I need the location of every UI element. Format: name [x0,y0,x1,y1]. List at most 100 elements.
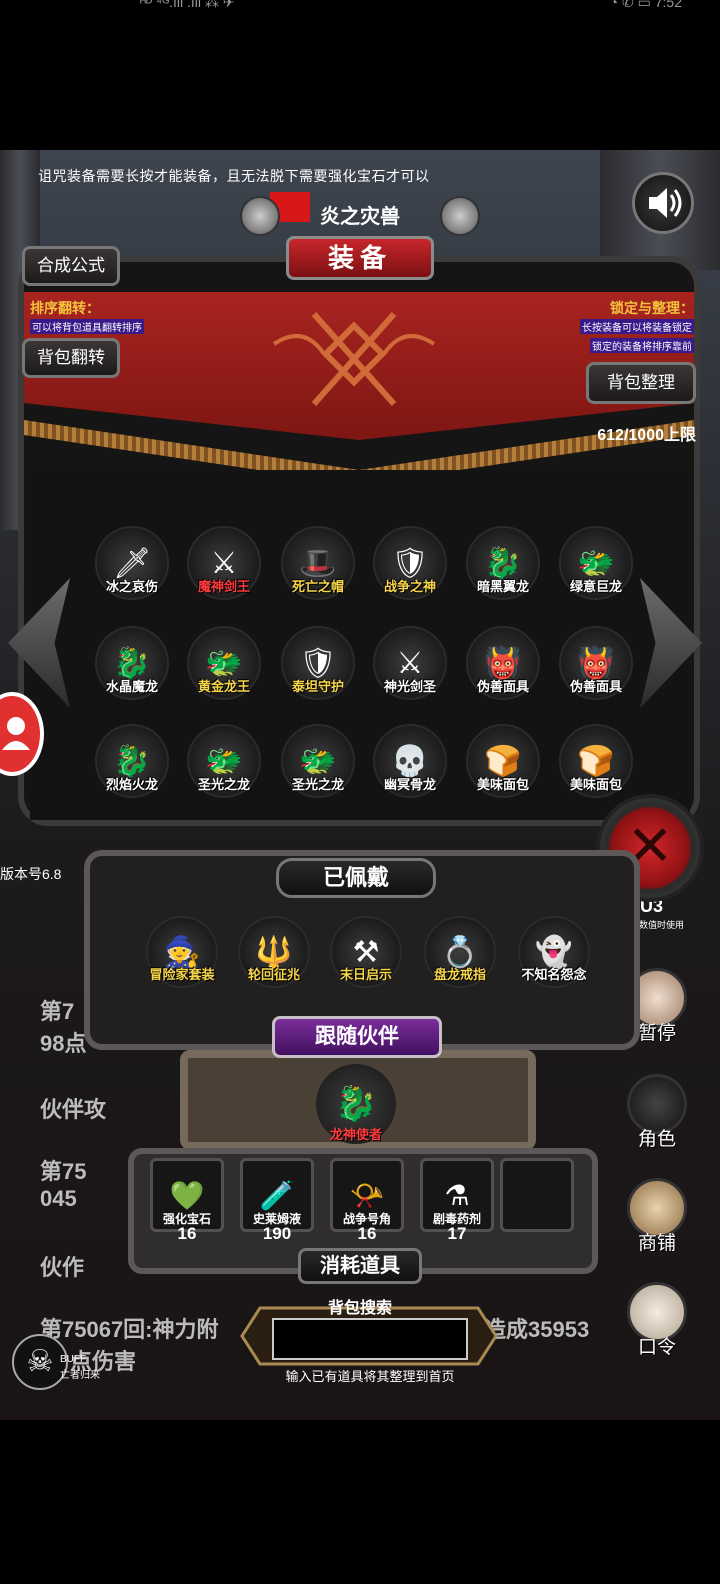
status-time: ◔ ✆ ▭ 7:52 [609,0,682,10]
log-line: 造成35953 [484,1317,590,1342]
buff-name: 亡者归来 [60,1370,100,1381]
inventory-item[interactable]: 🐲 黄金龙王 [184,626,264,700]
consumables-title: 消耗道具 [298,1248,422,1284]
inventory-item-name: 魔神剑王 [197,579,250,594]
worn-item[interactable]: 🧙 冒险家套装 [140,916,224,988]
inventory-item[interactable]: 🍞 美味面包 [463,724,543,798]
worn-title: 已佩戴 [276,858,436,898]
worn-item-name: 盘龙戒指 [433,967,486,982]
log-line: 第7 [40,999,75,1024]
inventory-item[interactable]: 🍞 美味面包 [556,724,636,798]
status-signal: ᴴᴰ ⁴ᴳ.ıll .ıll ⁂ ✈ [140,0,235,10]
search-input[interactable] [272,1318,468,1360]
inventory-item-name: 圣光之龙 [291,777,344,792]
person-icon [2,717,30,750]
worn-item-name: 不知名怨念 [521,967,587,982]
inventory-item-name: 烈焰火龙 [105,777,158,792]
consumable-count: 17 [447,1224,467,1243]
role-button[interactable]: 角色 [626,1074,688,1151]
inventory-item-name: 圣光之龙 [197,777,250,792]
empty-slot[interactable] [500,1158,574,1232]
log-line: 第75067回:神力附 [40,1317,219,1342]
consumable-count: 190 [262,1224,292,1243]
inventory-item[interactable]: 🐉 烈焰火龙 [92,724,172,798]
worn-item[interactable]: 💍 盘龙戒指 [418,916,502,988]
inventory-item[interactable]: 🗡 冰之哀伤 [92,526,172,600]
inventory-item[interactable]: 🐉 暗黑翼龙 [463,526,543,600]
inventory-item-name: 战争之神 [383,579,436,594]
inventory-item-name: 泰坦守护 [291,679,344,694]
crossed-swords-emblem-icon [272,312,436,406]
avatar-button[interactable] [0,692,44,776]
equipment-title: 装备 [286,236,434,280]
log-line: 98点 [40,1031,87,1056]
lock-desc: 锁定的装备将排序靠前 [590,338,694,353]
war-horn-icon: 📯 [349,1179,385,1211]
log-line: 伙作 [40,1255,85,1280]
version-label: 版本号6.8 [0,866,62,882]
flip-bag-button[interactable]: 背包翻转 [22,338,120,378]
inventory-item-name: 美味面包 [476,777,529,792]
organize-bag-button[interactable]: 背包整理 [586,362,696,404]
green-gem-icon: 💚 [169,1179,205,1211]
worn-item-name: 冒险家套装 [149,967,215,982]
sort-desc: 可以将背包道具翻转排序 [30,319,144,334]
bag-capacity: 612/1000上限 [597,427,696,444]
inventory-item-name: 神光剑圣 [383,679,436,694]
worn-item-name: 末日启示 [339,967,392,982]
skull-ornament-icon [440,196,480,236]
companion-title: 跟随伙伴 [272,1016,442,1058]
consumable-count: 16 [177,1224,197,1243]
role-label: 角色 [637,1129,676,1150]
inventory-item-name: 冰之哀伤 [105,579,158,594]
sound-button[interactable] [632,172,694,234]
skull-ornament-icon [240,196,280,236]
code-label: 口令 [637,1337,676,1358]
inventory-item[interactable]: 🐲 绿意巨龙 [556,526,636,600]
fire-phoenix-icon: 🐉 [334,1085,378,1123]
inventory-item[interactable]: 🎩 死亡之帽 [278,526,358,600]
consumable-count: 16 [357,1224,377,1243]
status-bar: ᴴᴰ ⁴ᴳ.ıll .ıll ⁂ ✈ ◔ ✆ ▭ 7:52 [0,0,720,20]
worn-item[interactable]: 🔱 轮回征兆 [232,916,316,988]
inventory-item[interactable]: 🐉 水晶魔龙 [92,626,172,700]
inventory-item-name: 伪善面具 [569,679,622,694]
inventory-item[interactable]: 👹 伪善面具 [556,626,636,700]
shop-button[interactable]: 商铺 [626,1178,688,1255]
curse-hint: 诅咒装备需要长按才能装备，且无法脱下需要强化宝石才可以 [38,168,430,184]
inventory-item-name: 幽冥骨龙 [383,777,436,792]
inventory-item[interactable]: 👹 伪善面具 [463,626,543,700]
inventory-item-name: 绿意巨龙 [569,579,622,594]
worn-item-name: 轮回征兆 [247,967,300,982]
code-button[interactable]: 口令 [626,1282,688,1359]
search-hint: 输入已有道具将其整理到首页 [285,1369,455,1384]
compose-formula-button[interactable]: 合成公式 [22,246,120,286]
search-label: 背包搜索 [327,1300,392,1317]
log-line: 第75 [40,1159,87,1184]
inventory-item[interactable]: 🛡 战争之神 [370,526,450,600]
inventory-item-name: 伪善面具 [476,679,529,694]
shop-label: 商铺 [637,1233,676,1254]
companion-name: 龙神使者 [329,1127,382,1142]
speaker-icon [649,188,682,218]
worn-item[interactable]: ⚒ 末日启示 [324,916,408,988]
inventory-item[interactable]: 🐲 圣光之龙 [184,724,264,798]
inventory-item[interactable]: ⚔ 魔神剑王 [184,526,264,600]
inventory-item[interactable]: 🛡 泰坦守护 [278,626,358,700]
inventory-item-name: 死亡之帽 [291,579,344,594]
sort-title: 排序翻转： [30,300,100,316]
inventory-item[interactable]: ⚔ 神光剑圣 [370,626,450,700]
monster-name: 炎之灾兽 [320,206,400,228]
worn-item[interactable]: 👻 不知名怨念 [512,916,596,988]
potion-icon: 🧪 [259,1179,295,1211]
inventory-item-name: 美味面包 [569,777,622,792]
log-line: 045 [40,1186,77,1211]
log-line: 伙伴攻 [40,1097,107,1122]
inventory-item-name: 暗黑翼龙 [476,579,529,594]
inventory-item[interactable]: 🐲 圣光之龙 [278,724,358,798]
lock-title: 锁定与整理： [610,300,694,316]
inventory-item-name: 黄金龙王 [197,679,250,694]
buff-label: BUFF [60,1354,87,1365]
lock-desc: 长按装备可以将装备锁定 [580,319,694,334]
inventory-item[interactable]: 💀 幽冥骨龙 [370,724,450,798]
